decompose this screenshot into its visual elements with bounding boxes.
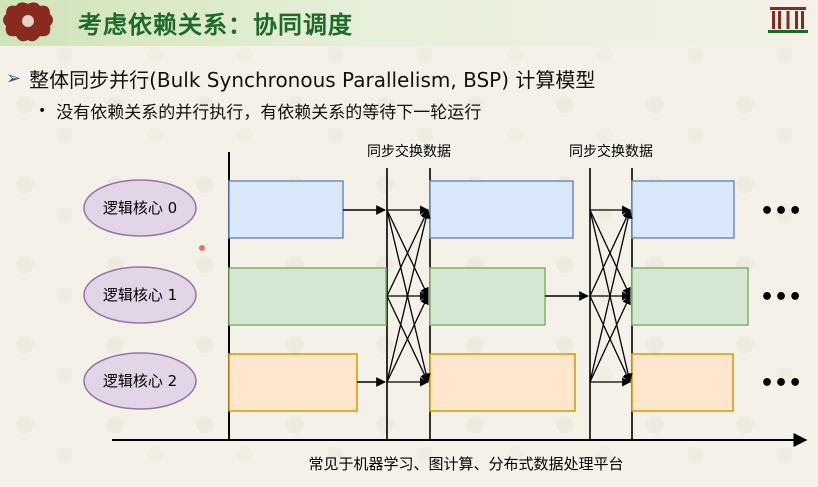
core-1-ellipsis: ••• (760, 285, 802, 310)
exchange-arrows-2 (589, 205, 633, 387)
core-2-ellipsis: ••• (760, 371, 802, 396)
core-0-task-1 (228, 180, 344, 239)
pointer-dot (199, 245, 205, 251)
exchange-arrows-1 (386, 205, 431, 387)
core-0-task-3 (631, 180, 735, 239)
core-0-task-2 (429, 180, 574, 239)
core-0-label: 逻辑核心 0 (103, 199, 177, 217)
sync-label-2: 同步交换数据 (569, 143, 653, 160)
core-1-task-1 (228, 267, 387, 326)
core-0-ellipsis: ••• (760, 199, 802, 224)
sync-label-1: 同步交换数据 (367, 143, 451, 160)
core-1-task-2 (429, 267, 546, 326)
bsp-diagram: 同步交换数据 同步交换数据 逻辑核心 0 逻辑核心 1 逻辑核心 2 ••• •… (83, 143, 808, 473)
core-2-label: 逻辑核心 2 (103, 372, 177, 390)
core-2-task-1 (228, 353, 358, 412)
diagram-caption: 常见于机器学习、图计算、分布式数据处理平台 (308, 455, 623, 473)
core-1-task-3 (631, 267, 749, 326)
core-2-task-2 (429, 353, 576, 412)
core-2-task-3 (631, 353, 734, 412)
core-1-label: 逻辑核心 1 (103, 286, 177, 304)
